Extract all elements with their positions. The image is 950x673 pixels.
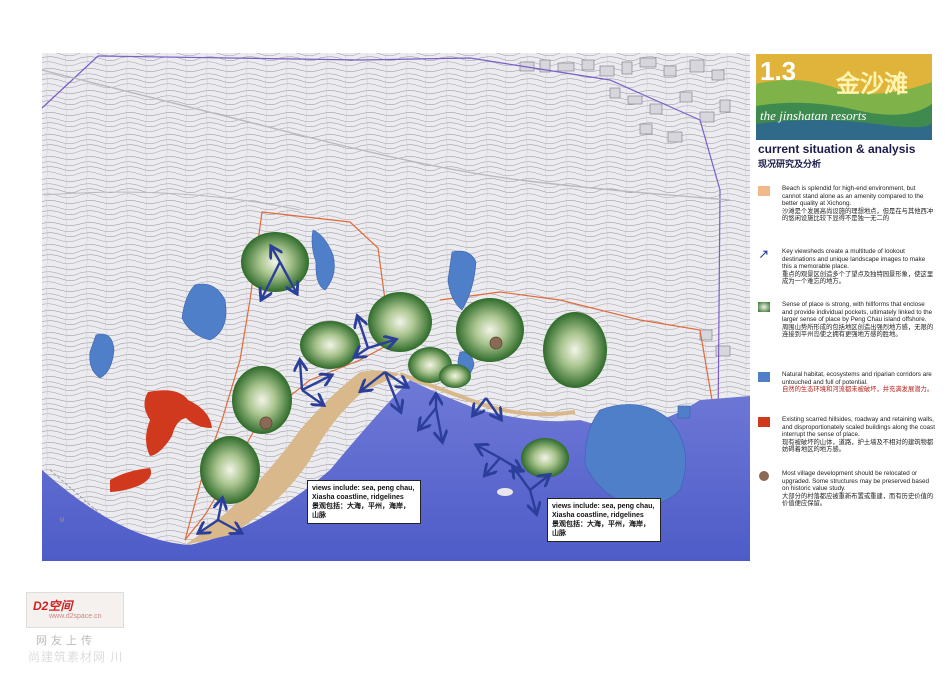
legend-hillform: Sense of place is strong, with hillforms…	[758, 301, 938, 367]
legend-zh: 大部分的村落都应被重新布置或重建，而有历史价值的价值便应保留。	[782, 492, 934, 508]
callout-en: views include: sea, peng chau, Xiasha co…	[552, 503, 655, 519]
village-dot-icon	[759, 471, 769, 481]
logo-number: 1.3	[760, 56, 797, 86]
legend-beach: Beach is splendid for high-end environme…	[758, 185, 938, 247]
legend-zh: 自然的生态环境和河流都未被破坏，并充满发展潜力。	[782, 386, 934, 394]
legend-viewshed: Key viewsheds create a multitude of look…	[758, 248, 938, 298]
legend-en: Existing scarred hillsides, roadway and …	[782, 416, 935, 439]
views-callout-east: views include: sea, peng chau, Xiasha co…	[547, 498, 661, 542]
callout-zh: 景观包括：大海，平州，海岸，山脉	[552, 521, 650, 537]
watermark-logo-text: D2空间	[33, 599, 73, 613]
watermark-url: www.d2space.cn	[49, 613, 102, 620]
panel-subtitle: 现况研究及分析	[758, 159, 822, 169]
scarred-swatch-icon	[758, 417, 770, 427]
legend-scarred: Existing scarred hillsides, roadway and …	[758, 416, 938, 466]
map-sheet: W views include: sea, peng chau, Xiasha …	[0, 0, 950, 673]
watermark-line-2: 尚建筑素材网 川	[28, 650, 124, 664]
callout-en: views include: sea, peng chau, Xiasha co…	[312, 485, 415, 501]
panel-title: current situation & analysis	[758, 142, 916, 156]
logo-english: the jinshatan resorts	[760, 108, 867, 123]
legend-habitat: Natural habitat, ecosystems and riparian…	[758, 371, 938, 413]
callout-zh: 景观包括：大海，平州，海岸，山脉	[312, 503, 410, 519]
legend-zh: 重点的观景区创造多个了望点及独特园景形象，使这里成为一个难忘的地方。	[782, 270, 934, 286]
watermark-line-1: 网友上传	[36, 635, 96, 647]
viewshed-arrow-icon	[760, 250, 768, 258]
legend-en: Sense of place is strong, with hillforms…	[782, 301, 933, 324]
jinshatan-logo: 1.3 金沙滩 the jinshatan resorts	[756, 54, 932, 140]
legend-en: Key viewsheds create a multitude of look…	[782, 248, 926, 271]
village-dot	[259, 416, 273, 430]
legend-en: Most village development should be reloc…	[782, 470, 930, 493]
legend-en: Natural habitat, ecosystems and riparian…	[782, 371, 932, 386]
legend-zh: 沙滩是个发展高尚设施的理想地点，但是在与其他西冲的悠闲设施比较下显得不是独一无二…	[782, 207, 934, 223]
habitat-swatch-icon	[758, 372, 770, 382]
legend-en: Beach is splendid for high-end environme…	[782, 185, 924, 208]
legend-village: Most village development should be reloc…	[758, 470, 938, 514]
legend-zh: 周围山势所形成的包括地区创造出强烈地方感，无限的连接到平州岛使之拥有更强地方感的…	[782, 323, 934, 339]
hillform-swatch-icon	[758, 302, 770, 312]
watermark-logo: D2空间 www.d2space.cn	[26, 592, 124, 628]
legend-zh: 现有被破坏的山体，道路，护土墙及不相对的建筑物都妨碍着地区的地方感。	[782, 438, 934, 454]
views-callout-west: views include: sea, peng chau, Xiasha co…	[307, 480, 421, 524]
village-dot	[489, 336, 503, 350]
beach-swatch-icon	[758, 186, 770, 196]
logo-chinese: 金沙滩	[836, 71, 908, 98]
